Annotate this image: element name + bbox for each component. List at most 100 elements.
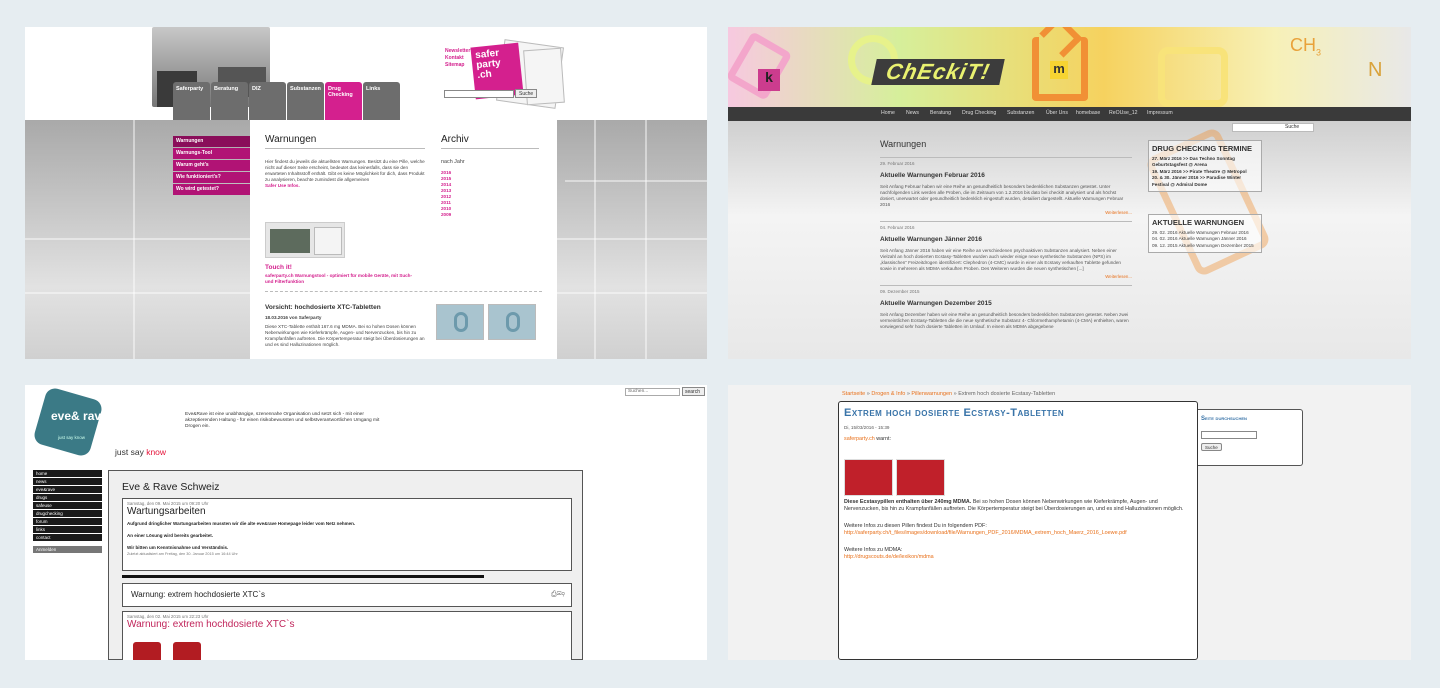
post-date: 04. Februar 2016 [880,221,1132,230]
warnungstool-image[interactable] [265,222,345,258]
checkit-logo[interactable]: ChEckiT! [871,59,1005,85]
warnung-item[interactable]: 04. 02. 2016 Aktuelle Warnungen Jänner 2… [1152,236,1258,242]
article-date: Di, 15/03/2016 - 15:39 [844,425,890,430]
sidebar-item-warnungen[interactable]: Warnungen [173,136,250,147]
pdf-link[interactable]: http://saferparty.ch/t_files/images/down… [844,530,1192,537]
search-input[interactable] [1201,431,1257,439]
pill-image[interactable] [844,459,893,496]
post-date: 18.03.2016 von Saferparty [265,315,322,320]
post-title[interactable]: Aktuelle Warnungen Jänner 2016 [880,236,1132,243]
post-text: Wir bitten um Kenntnisnahme und Verständ… [127,545,229,550]
pill-image[interactable] [133,642,161,660]
touch-heading: Touch it! [265,264,292,271]
nav-impressum[interactable]: Impressum [1147,110,1173,116]
post-warnung: Samstag, den 02. Mai 2015 um 22:23 Uhr W… [122,611,572,660]
search-button[interactable]: search [682,387,705,396]
nav-reouse[interactable]: ReOUse_12 [1109,110,1138,116]
post-date: Samstag, den 02. Mai 2015 um 22:23 Uhr [127,614,209,619]
main-content: Warnungen 29. Februar 2016 Aktuelle Warn… [880,139,1132,330]
nav-tab-drug-checking[interactable]: Drug Checking [325,82,362,120]
source-line: saferparty.ch warnt: [844,436,891,442]
mdma-info-link[interactable]: http://drugscouts.de/de/lexikon/mdma [844,554,1192,561]
nav-home[interactable]: Home [881,110,895,116]
nav-tab-links[interactable]: Links [363,82,400,120]
post-title[interactable]: Warnung: extrem hochdosierte XTC`s [123,619,571,630]
nav-homebase[interactable]: homebase [1076,110,1100,116]
touch-subtext[interactable]: saferparty.ch Warnungstool - optimiert f… [265,273,415,285]
sidebar-menu: Warnungen Warnungs-Tool Warum geht's Wie… [173,136,250,196]
nav-drug-checking[interactable]: Drug Checking [962,110,996,116]
read-more-link[interactable]: Weiterlesen... [880,210,1132,215]
sidebar-item-wo[interactable]: Wo wird getestet? [173,184,250,195]
search-button[interactable]: Suche [515,89,537,98]
nav-beratung[interactable]: Beratung [930,110,951,116]
search-button[interactable]: Suche [1285,124,1299,130]
termin-item[interactable]: 27. März 2016 >> Das Techno Sonntag Gebu… [1152,156,1258,169]
nav-bar [728,107,1411,121]
post-text: Seit Anfang Jänner 2016 haben wir eine R… [880,248,1121,271]
screenshot-pillenwarnung: Startseite » Drogen & Info » Pillenwarnu… [728,385,1411,660]
sidebar-item-warum[interactable]: Warum geht's [173,160,250,171]
menu-item-news[interactable]: news [33,478,102,485]
post-title[interactable]: Warnung: extrem hochdosierte XTC`s [131,590,563,599]
breadcrumb: Startseite » Drogen & Info » Pillenwarnu… [842,391,1056,397]
nav-tab-saferparty[interactable]: Saferparty [173,82,210,120]
post-text: Aufgrund dringlicher Wartungsarbeiten mu… [127,521,356,526]
pill-image[interactable] [896,459,945,496]
post-text: An einer Lösung wird bereits gearbeitet. [127,533,214,538]
screenshot-eve-rave: eve& rave just say know just say know Ev… [25,385,707,660]
search-button[interactable]: Suche [1201,443,1222,451]
newsletter-link[interactable]: Newsletter [445,48,470,55]
post-title[interactable]: Wartungsarbeiten [123,506,571,517]
pill-image[interactable] [173,642,201,660]
nav-ueber-uns[interactable]: Über Uns [1046,110,1068,116]
post-text: Seit Anfang Dezember haben wir eine Reih… [880,312,1129,329]
post-title[interactable]: Aktuelle Warnungen Dezember 2015 [880,300,1132,307]
menu-item-drugs[interactable]: drugs [33,494,102,501]
kontakt-link[interactable]: Kontakt [445,55,470,62]
nav-tab-diz[interactable]: DIZ [249,82,286,120]
year-link[interactable]: 2009 [441,212,539,218]
menu-item-drugchecking[interactable]: drugchecking [33,510,102,517]
main-menu: home news eve&rave drugs safeuse drugche… [33,470,102,554]
sidebar-search: Seite durchsuchen Suche [1198,409,1303,466]
nav-tab-beratung[interactable]: Beratung [211,82,248,120]
post-title[interactable]: Vorsicht: hochdosierte XTC-Tabletten [265,304,430,311]
login-button[interactable]: Anmelden [33,546,102,553]
sidebar-item-warnungs-tool[interactable]: Warnungs-Tool [173,148,250,159]
menu-item-home[interactable]: home [33,470,102,477]
divider-bar [122,575,484,578]
breadcrumb-link[interactable]: Pillenwarnungen [911,391,952,397]
menu-item-safeuse[interactable]: safeuse [33,502,102,509]
main-content: Warnungen Hier findest du jeweils die ak… [250,120,557,359]
menu-item-links[interactable]: links [33,526,102,533]
post-text: Diese XTC-Tablette enthält 167.6 mg MDMA… [265,324,425,347]
post-actions-icon[interactable]: ⎙✉⚲ [551,591,565,599]
safer-use-link[interactable]: Safer Use Infos. [265,183,425,189]
menu-item-contact[interactable]: contact [33,534,102,541]
article-paragraph: Weitere Infos zu MDMA: [844,547,903,553]
nav-substanzen[interactable]: Substanzen [1007,110,1034,116]
menu-item-eve-rave[interactable]: eve&rave [33,486,102,493]
sidebar-item-wie[interactable]: Wie funktioniert's? [173,172,250,183]
search-input[interactable]: Suchen... [625,388,680,396]
search-input[interactable]: Suche [1232,123,1314,132]
pill-image[interactable] [436,304,484,340]
nav-news[interactable]: News [906,110,919,116]
source-link[interactable]: saferparty.ch [844,436,875,442]
post-date: Samstag, den 09. Mai 2015 um 09:20 Uhr [127,501,209,506]
warnung-item[interactable]: 09. 12. 2015 Aktuelle Warnungen Dezember… [1152,243,1258,249]
nav-tab-substanzen[interactable]: Substanzen [287,82,324,120]
aktuelle-warnungen-box: AKTUELLE WARNUNGEN 29. 02. 2016 Aktuelle… [1148,214,1262,254]
sitemap-link[interactable]: Sitemap [445,62,470,69]
post-title[interactable]: Aktuelle Warnungen Februar 2016 [880,172,1132,179]
pill-image[interactable] [488,304,536,340]
termin-item[interactable]: 20. & 30. Jänner 2016 >> Paradise Winter… [1152,175,1258,188]
read-more-link[interactable]: Weiterlesen... [880,274,1132,279]
breadcrumb-link[interactable]: Drogen & Info [871,391,905,397]
logo-subtext: just say know [58,435,86,440]
archiv-subtitle: nach Jahr [441,159,465,165]
search-input[interactable] [444,90,514,98]
menu-item-forum[interactable]: forum [33,518,102,525]
breadcrumb-link[interactable]: Startseite [842,391,865,397]
